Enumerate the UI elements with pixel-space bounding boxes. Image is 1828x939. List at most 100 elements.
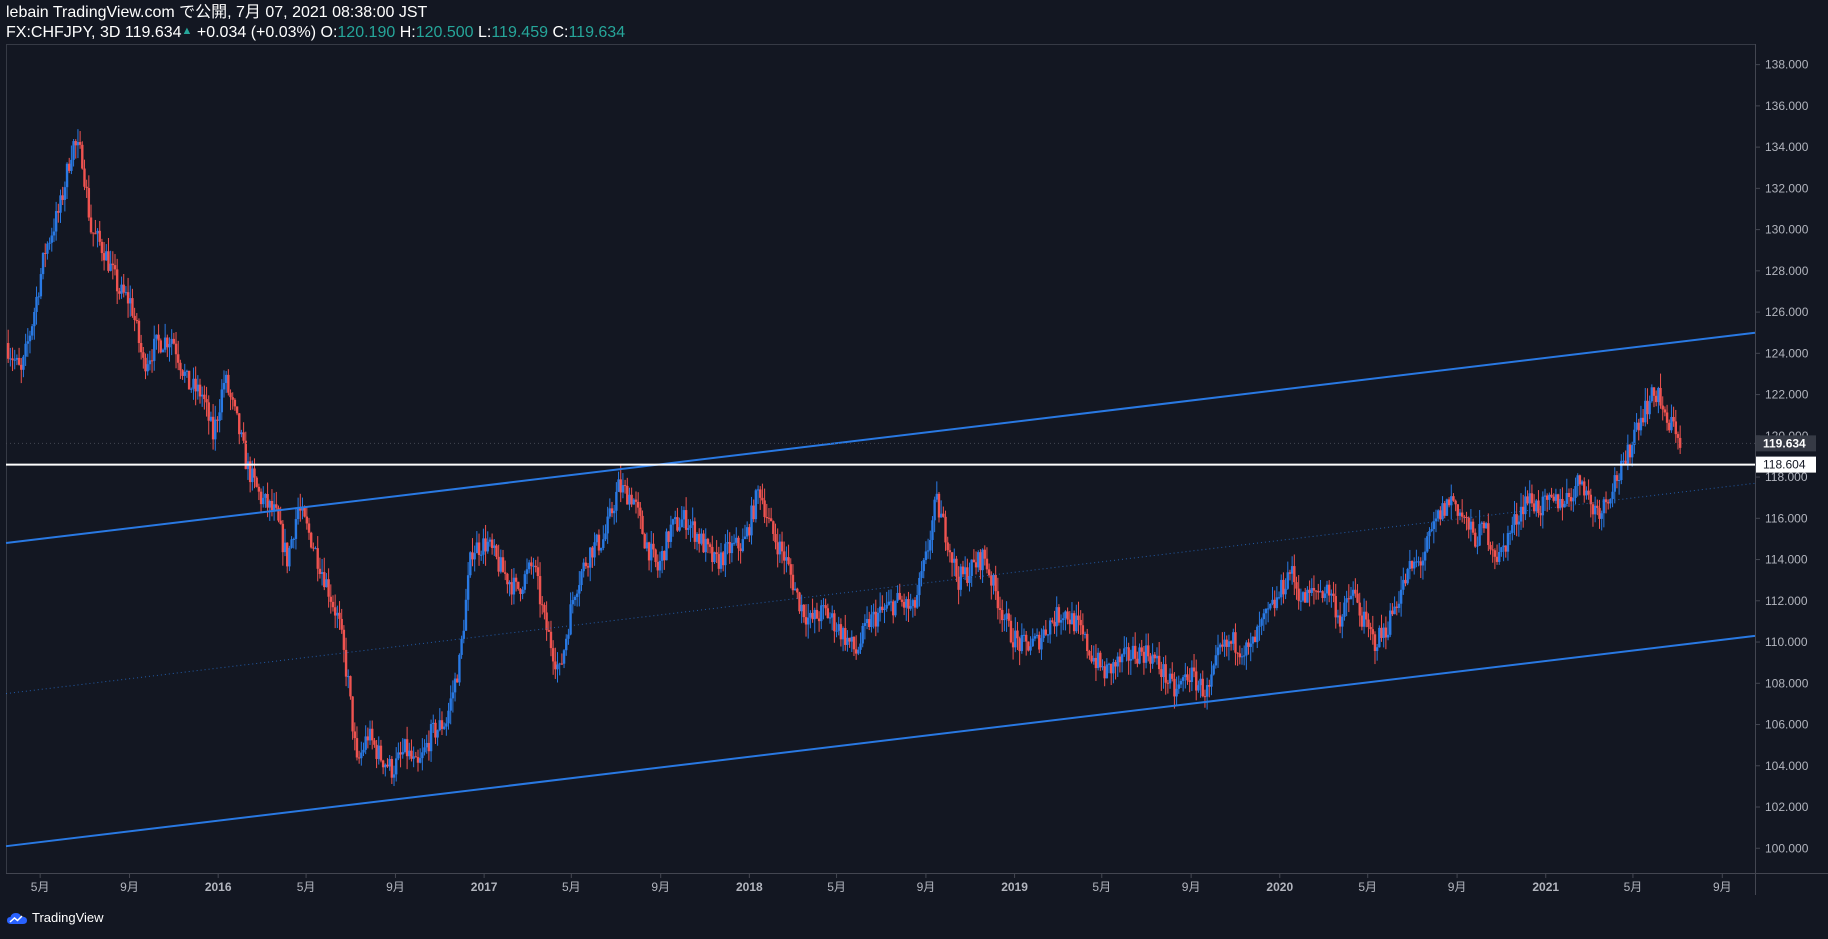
candle-down <box>81 144 84 169</box>
high-label: H: <box>399 24 416 41</box>
candle-down <box>554 661 557 670</box>
candle-up <box>72 141 75 160</box>
candle-up <box>885 604 888 609</box>
candle-down <box>1016 630 1019 639</box>
candle-up <box>96 230 99 234</box>
price-tick-label: 130.000 <box>1765 223 1809 237</box>
candle-up <box>608 508 612 517</box>
candle-down <box>1293 566 1296 583</box>
candle-up <box>1162 664 1165 678</box>
candle-up <box>185 370 189 372</box>
candle-up <box>200 394 204 397</box>
tradingview-brand[interactable]: TradingView <box>6 910 104 925</box>
candle-up <box>1441 503 1444 520</box>
candle-up <box>296 507 300 520</box>
candle-down <box>1360 615 1364 627</box>
candle-up <box>865 619 869 624</box>
candle-up <box>658 560 662 571</box>
candle-up <box>750 505 753 536</box>
candle-down <box>353 731 356 739</box>
candle-up <box>595 534 598 543</box>
trendlines[interactable] <box>5 331 1756 848</box>
candle-up <box>981 549 984 571</box>
candle-down <box>157 334 160 341</box>
candle-up <box>1277 597 1281 599</box>
symbol-legend[interactable]: FX:CHFJPY, 3D 119.634▲ +0.034 (+0.03%) O… <box>6 22 625 42</box>
candle-down <box>1474 532 1477 547</box>
candle-up <box>726 542 729 544</box>
candle-up <box>1417 561 1420 563</box>
candle-up <box>1179 680 1183 685</box>
candle-down <box>1467 517 1470 530</box>
candle-down <box>1439 510 1442 520</box>
candle-down <box>115 269 119 292</box>
candle-down <box>759 489 762 498</box>
candle-down <box>937 493 941 518</box>
candle-down <box>987 569 991 576</box>
candle-up <box>1351 589 1355 596</box>
candle-down <box>1410 561 1414 569</box>
candle-up <box>1144 645 1148 663</box>
candle-down <box>1011 642 1015 648</box>
candle-up <box>1574 486 1577 498</box>
candle-up <box>575 593 579 597</box>
time-tick-label: 5月 <box>31 880 50 894</box>
candle-up <box>148 360 152 365</box>
candle-up <box>785 557 788 561</box>
candle-up <box>76 142 80 146</box>
candle-up <box>294 519 298 539</box>
price-tick-label: 124.000 <box>1765 346 1809 360</box>
candle-up <box>1168 673 1172 684</box>
time-tick-label: 9月 <box>1182 880 1201 894</box>
candle-up <box>1083 633 1087 635</box>
candle-down <box>329 596 333 602</box>
candle-down <box>1332 593 1335 597</box>
candle-down <box>1066 611 1069 620</box>
candle-down <box>231 397 234 400</box>
candle-up <box>22 356 25 370</box>
candle-down <box>257 486 261 492</box>
candle-down <box>1489 545 1492 550</box>
candle-down <box>791 574 795 591</box>
candle-up <box>190 388 193 390</box>
candle-up <box>33 311 36 327</box>
candle-up <box>828 617 832 619</box>
candle-up <box>1576 475 1579 487</box>
candle-down <box>1007 613 1010 621</box>
candle-up <box>918 577 921 596</box>
candle-down <box>711 546 714 563</box>
candle-down <box>1452 496 1455 501</box>
trendline-middle[interactable] <box>5 482 1756 695</box>
price-chart[interactable]: 100.000 102.000 104.000 106.000 108.000 110.0… <box>0 0 1828 939</box>
candle-up <box>153 338 156 361</box>
candle-down <box>647 542 651 561</box>
candle-up <box>1611 491 1614 499</box>
candle-down <box>761 497 764 501</box>
candle-up <box>292 538 295 540</box>
candle-down <box>1236 652 1239 654</box>
candle-up <box>1343 602 1346 617</box>
trendline-upper[interactable] <box>5 331 1756 545</box>
candle-up <box>1622 460 1625 462</box>
candle-up <box>377 745 380 759</box>
candle-down <box>776 542 779 555</box>
candle-down <box>902 601 906 608</box>
trendline-lower[interactable] <box>5 634 1756 848</box>
candle-down <box>484 538 487 552</box>
publish-info: lebain TradingView.com で公開, 7月 07, 2021 … <box>6 4 428 21</box>
candle-down <box>355 738 359 758</box>
candle-down <box>892 601 895 616</box>
candle-down <box>1646 400 1649 415</box>
candle-up <box>1657 387 1660 403</box>
candle-up <box>368 728 372 741</box>
price-axis[interactable]: 100.000 102.000 104.000 106.000 108.000 110.0… <box>1755 58 1809 856</box>
candle-down <box>1552 496 1555 501</box>
candle-down <box>1081 625 1085 635</box>
candle-up <box>920 571 923 578</box>
candle-down <box>416 757 420 763</box>
candle-up <box>719 552 723 569</box>
candle-down <box>142 352 145 358</box>
candle-down <box>1001 609 1004 621</box>
time-axis[interactable]: 5月 9月 2016 5月 9月 2017 5月 9月 2018 5月 9月 2019 5月 9月 2020… <box>31 873 1732 894</box>
candle-up <box>571 600 574 605</box>
